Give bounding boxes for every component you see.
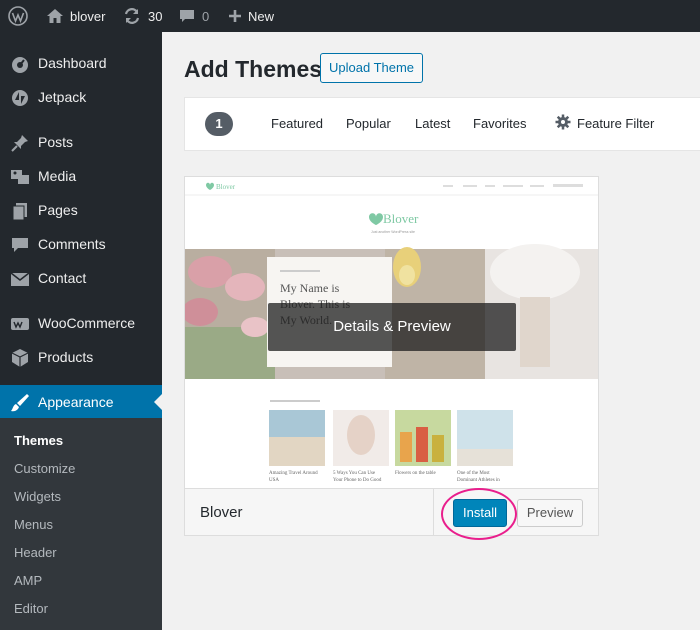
woocommerce-icon — [10, 314, 30, 334]
sidebar-item-appearance[interactable]: Appearance — [0, 385, 162, 419]
submenu-amp[interactable]: AMP — [14, 573, 42, 588]
home-icon — [46, 8, 64, 24]
site-name: blover — [70, 8, 106, 24]
tab-popular[interactable]: Popular — [346, 116, 391, 131]
paintbrush-icon — [10, 393, 30, 413]
sidebar-item-label: Dashboard — [38, 55, 107, 71]
page-title: Add Themes — [184, 56, 323, 82]
preview-button[interactable]: Preview — [517, 499, 583, 527]
tab-favorites[interactable]: Favorites — [473, 116, 526, 131]
tab-latest[interactable]: Latest — [415, 116, 450, 131]
sidebar-item-label: Posts — [38, 134, 74, 150]
comment-bubble-icon — [10, 235, 30, 255]
feature-filter-label: Feature Filter — [577, 116, 655, 131]
appearance-submenu: Themes Customize Widgets Menus Header AM… — [0, 418, 162, 630]
new-content-link[interactable]: New — [228, 0, 274, 32]
admin-bar: blover 30 0 New — [0, 0, 700, 32]
submenu-widgets[interactable]: Widgets — [14, 489, 61, 504]
sidebar-item-label: Products — [38, 349, 94, 365]
site-name-link[interactable]: blover — [46, 0, 105, 32]
theme-name: Blover — [200, 504, 243, 521]
sidebar-item-woocommerce[interactable]: WooCommerce — [0, 306, 162, 340]
feature-filter-button[interactable]: Feature Filter — [555, 114, 654, 133]
install-button[interactable]: Install — [453, 499, 507, 527]
sidebar-item-media[interactable]: Media — [0, 159, 162, 193]
actions-divider — [433, 489, 434, 536]
sidebar-item-label: WooCommerce — [38, 315, 135, 331]
main-content: Add Themes Upload Theme 1 Featured Popul… — [162, 32, 700, 630]
updates-icon — [122, 7, 142, 25]
submenu-header[interactable]: Header — [14, 545, 57, 560]
upload-theme-button[interactable]: Upload Theme — [320, 53, 424, 83]
updates-link[interactable]: 30 — [122, 0, 162, 32]
sidebar-item-label: Appearance — [38, 394, 114, 410]
submenu-menus[interactable]: Menus — [14, 517, 53, 532]
envelope-icon — [10, 269, 30, 289]
sidebar-item-label: Comments — [38, 236, 106, 252]
sidebar-item-products[interactable]: Products — [0, 340, 162, 374]
theme-count-badge: 1 — [205, 112, 233, 136]
jetpack-icon — [10, 88, 30, 108]
screenshot-logo: Blover — [383, 211, 419, 226]
screenshot-nav-logo: Blover — [216, 183, 236, 191]
sidebar-item-pages[interactable]: Pages — [0, 193, 162, 227]
details-preview-overlay[interactable]: Details & Preview — [268, 303, 516, 351]
gear-icon — [555, 114, 571, 133]
screenshot-tagline: Just another WordPress site — [371, 230, 415, 234]
sidebar-item-posts[interactable]: Posts — [0, 125, 162, 159]
sidebar-item-jetpack[interactable]: Jetpack — [0, 80, 162, 114]
pages-icon — [10, 201, 30, 221]
theme-screenshot[interactable]: Blover Blover Just another WordPress sit… — [185, 177, 598, 488]
theme-filter-bar: 1 Featured Popular Latest Favorites Feat… — [184, 97, 700, 151]
theme-card[interactable]: Blover Blover Just another WordPress sit… — [184, 176, 599, 536]
wordpress-logo-icon[interactable] — [8, 0, 28, 32]
sidebar-item-comments[interactable]: Comments — [0, 227, 162, 261]
new-label: New — [248, 8, 275, 24]
tab-featured[interactable]: Featured — [271, 116, 323, 131]
submenu-editor[interactable]: Editor — [14, 601, 48, 616]
sidebar-item-dashboard[interactable]: Dashboard — [0, 46, 162, 80]
comments-link[interactable]: 0 — [178, 0, 209, 32]
comment-bubble-icon — [178, 8, 196, 24]
sidebar-item-label: Contact — [38, 270, 87, 286]
box-icon — [10, 348, 30, 368]
plus-icon — [228, 9, 242, 23]
sidebar-item-contact[interactable]: Contact — [0, 261, 162, 295]
active-arrow — [154, 394, 162, 410]
submenu-customize[interactable]: Customize — [14, 461, 75, 476]
comments-count: 0 — [202, 8, 210, 24]
sidebar-item-label: Media — [38, 168, 77, 184]
media-icon — [10, 167, 30, 187]
sidebar-item-label: Jetpack — [38, 89, 87, 105]
submenu-themes[interactable]: Themes — [14, 433, 63, 448]
pin-icon — [10, 133, 30, 153]
hero-line-1: My Name is — [280, 281, 340, 295]
updates-count: 30 — [148, 8, 163, 24]
sidebar-item-label: Pages — [38, 202, 78, 218]
theme-card-footer: Blover Install Preview — [185, 488, 598, 536]
dashboard-icon — [10, 54, 30, 74]
